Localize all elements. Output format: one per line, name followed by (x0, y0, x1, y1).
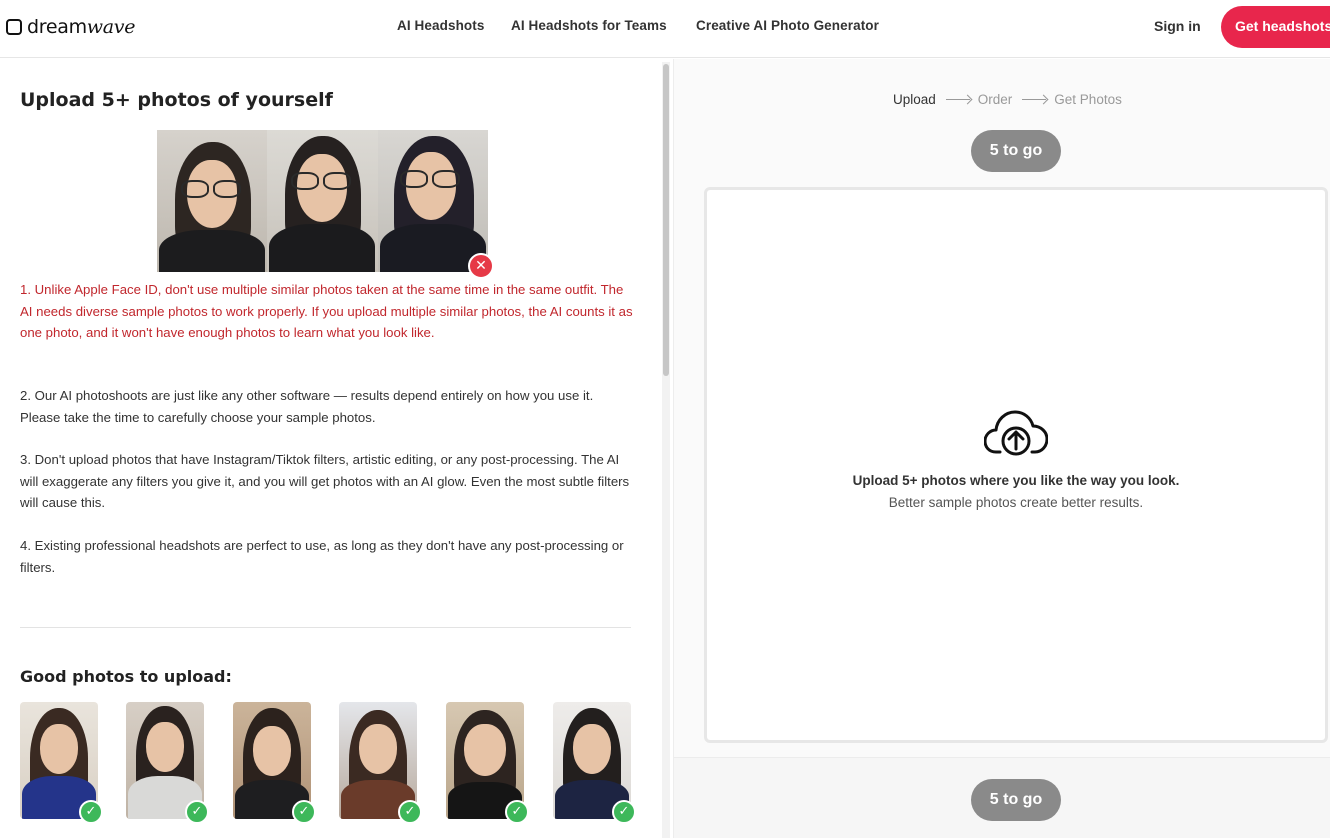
arrow-right-icon (945, 99, 970, 100)
logo-icon (6, 19, 22, 35)
dropzone-subtitle: Better sample photos create better resul… (888, 495, 1144, 510)
bad-example-photo (267, 130, 378, 272)
sign-in-link[interactable]: Sign in (1154, 18, 1201, 34)
dropzone-title: Upload 5+ photos where you like the way … (852, 473, 1180, 488)
checkmark-icon: ✓ (398, 800, 422, 824)
tip-1: 1. Unlike Apple Face ID, don't use multi… (20, 282, 633, 340)
bad-example-photos (157, 130, 488, 272)
nav-ai-headshots-teams[interactable]: AI Headshots for Teams (511, 18, 667, 33)
checkmark-icon: ✓ (612, 800, 636, 824)
upload-dropzone[interactable] (704, 187, 1328, 743)
top-nav: dreamwave AI Headshots AI Headshots for … (0, 0, 1330, 58)
good-photos-row: ✓ ✓ ✓ ✓ ✓ ✓ (20, 702, 640, 824)
tip-2: 2. Our AI photoshoots are just like any … (20, 388, 594, 425)
scrollbar-thumb[interactable] (663, 64, 669, 376)
photos-remaining-counter-bottom: 5 to go (971, 779, 1061, 821)
step-get-photos: Get Photos (1054, 92, 1122, 107)
nav-creative-ai-photo-generator[interactable]: Creative AI Photo Generator (696, 18, 879, 33)
checkmark-icon: ✓ (185, 800, 209, 824)
nav-ai-headshots[interactable]: AI Headshots (397, 18, 484, 33)
cloud-upload-icon (984, 410, 1048, 456)
tip-3: 3. Don't upload photos that have Instagr… (20, 452, 630, 510)
photos-remaining-counter: 5 to go (971, 130, 1061, 172)
step-upload: Upload (893, 92, 936, 107)
checkmark-icon: ✓ (79, 800, 103, 824)
page-title: Upload 5+ photos of yourself (20, 89, 333, 111)
get-headshots-button[interactable]: Get headshots (1221, 6, 1330, 48)
progress-steps: Upload Order Get Photos (893, 92, 1122, 107)
good-photos-heading: Good photos to upload: (20, 667, 232, 686)
arrow-right-icon (1022, 99, 1047, 100)
checkmark-icon: ✓ (505, 800, 529, 824)
section-divider (20, 627, 631, 628)
step-order: Order (977, 92, 1013, 107)
bad-example-photo (377, 130, 488, 272)
close-icon: ✕ (468, 253, 494, 279)
bad-example-photo (157, 130, 268, 272)
instructions-panel: Upload 5+ photos of yourself ✕ 1. Unlike… (0, 59, 660, 838)
tip-4: 4. Existing professional headshots are p… (20, 538, 624, 575)
dreamwave-logo[interactable]: dreamwave (6, 14, 135, 40)
checkmark-icon: ✓ (292, 800, 316, 824)
